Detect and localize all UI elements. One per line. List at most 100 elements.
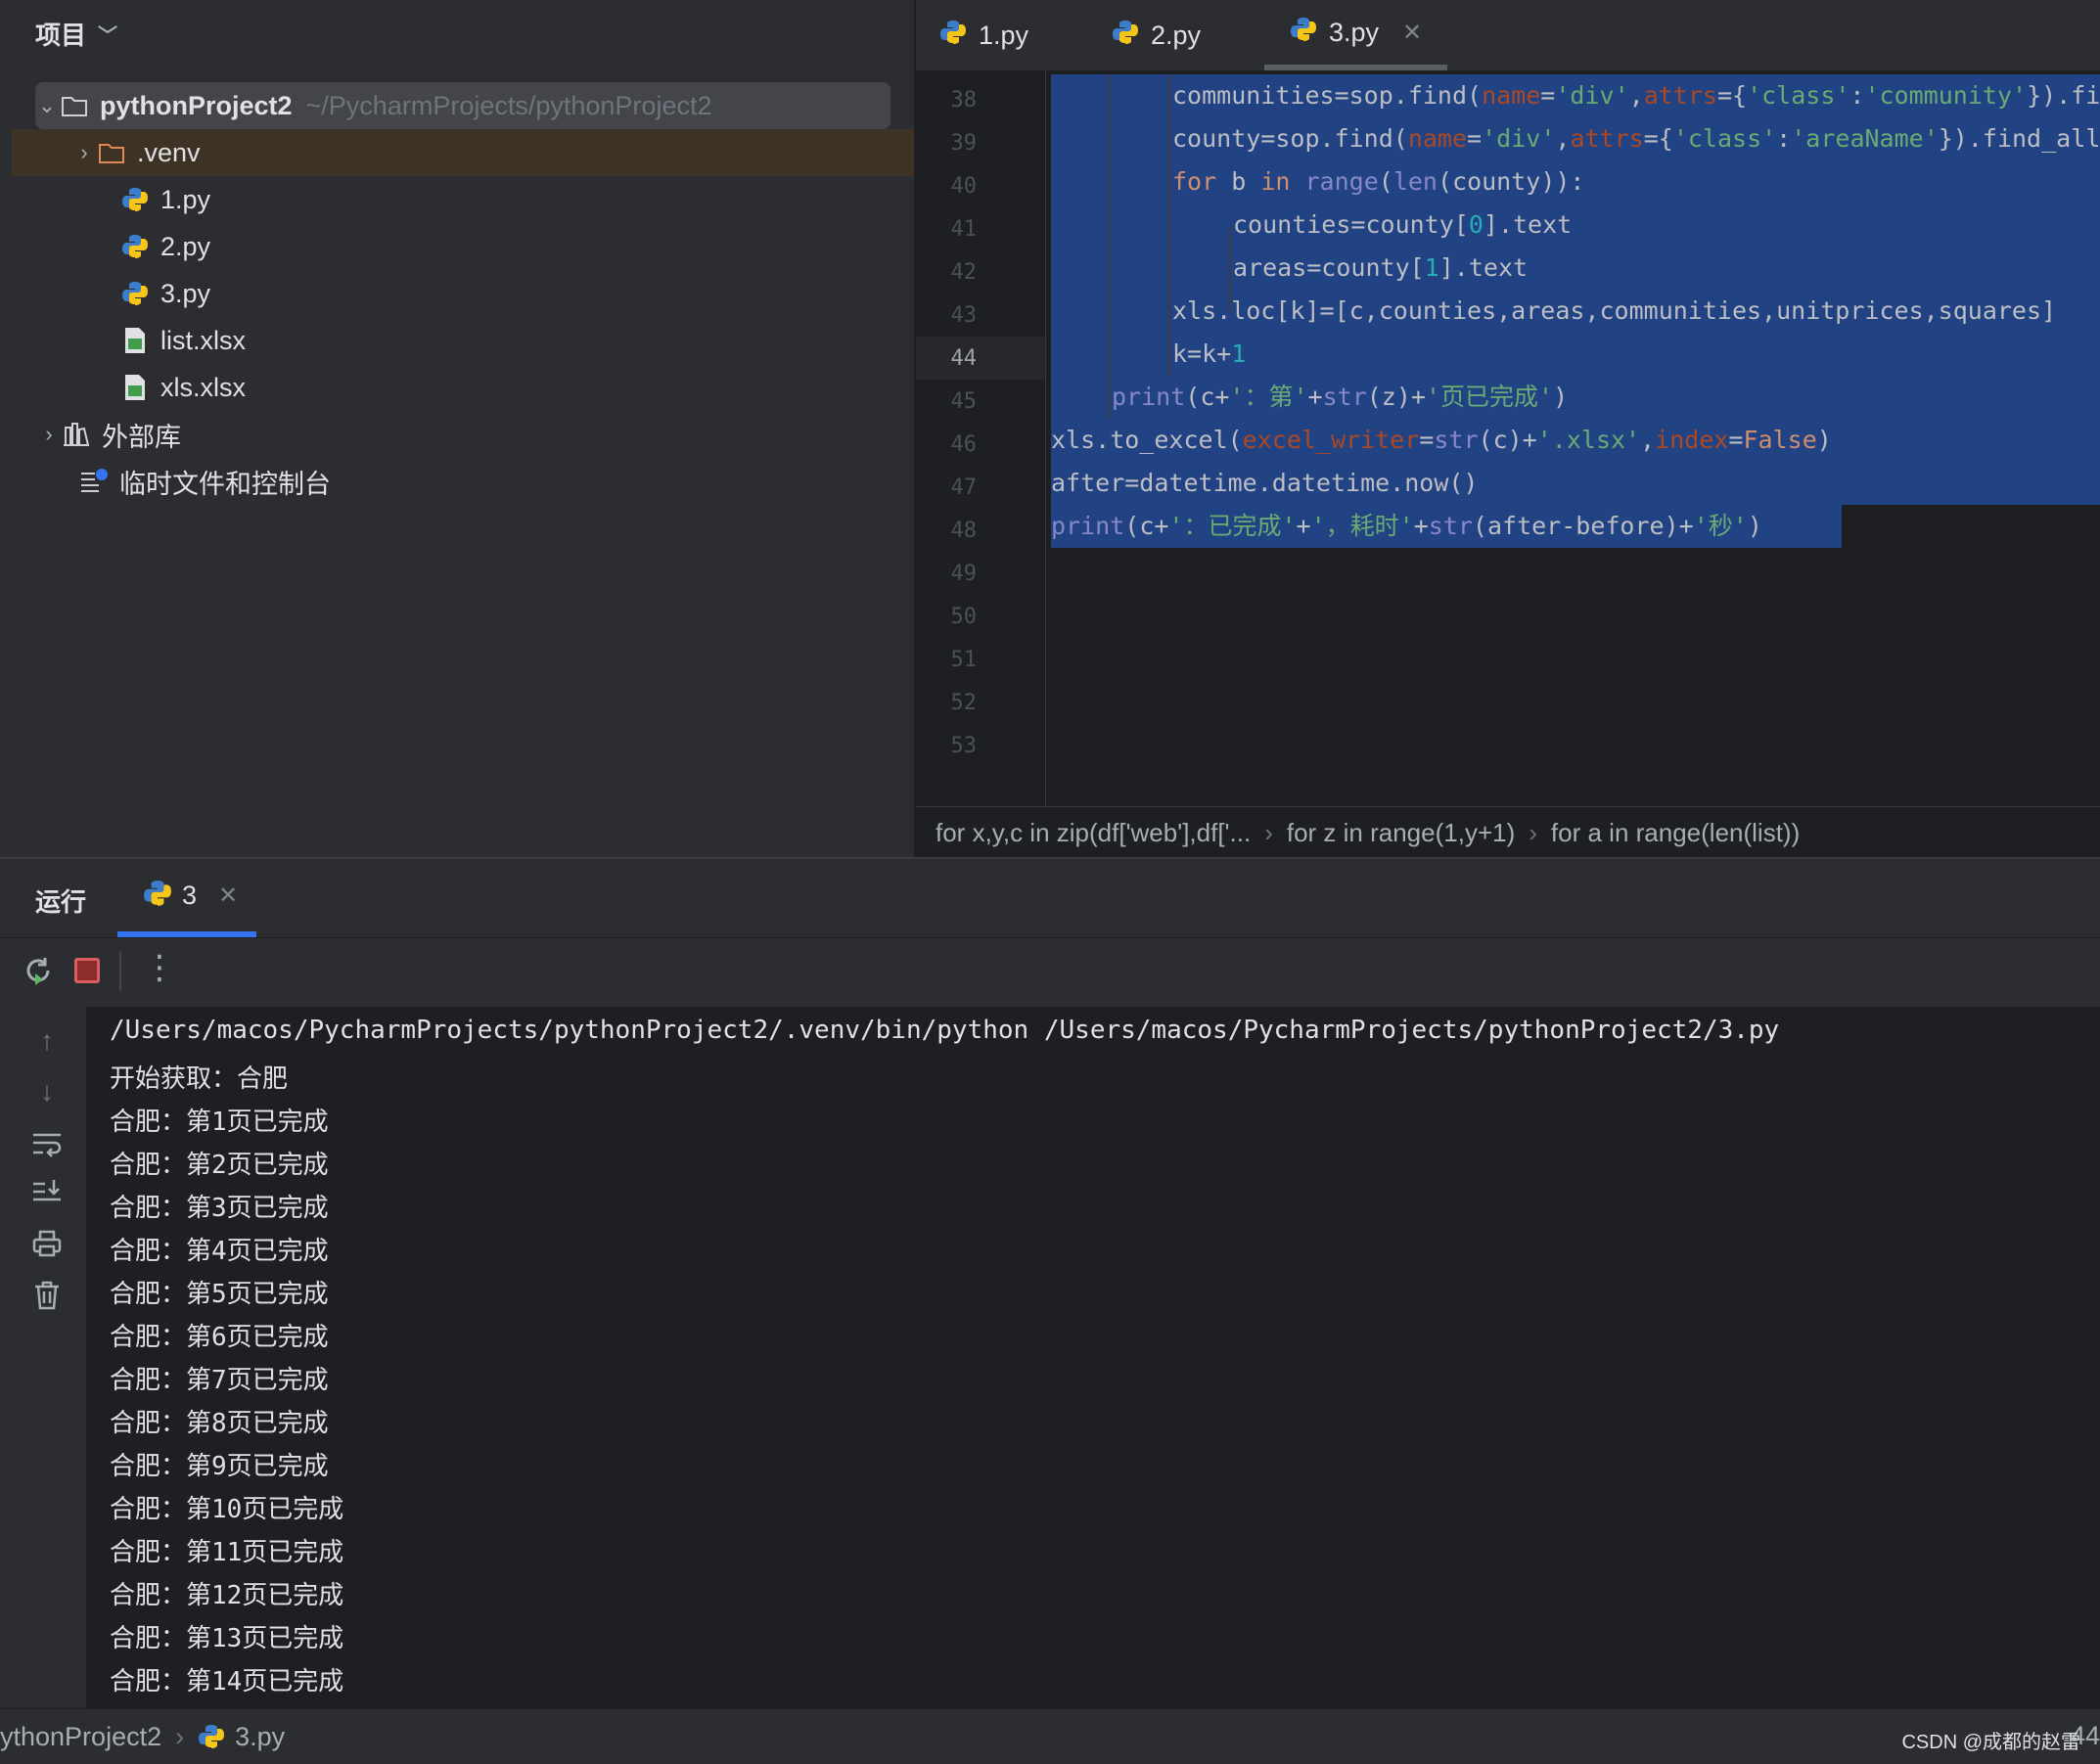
line-number: 40 <box>950 174 978 199</box>
tree-root-project[interactable]: ⌄ pythonProject2 ~/PycharmProjects/pytho… <box>35 82 890 129</box>
rerun-icon[interactable] <box>22 954 55 992</box>
code-line-47: after=datetime.datetime.now() <box>1051 469 1479 497</box>
run-panel-title: 运行 <box>35 887 87 917</box>
console-line: /Users/macos/PycharmProjects/pythonProje… <box>110 1016 1780 1045</box>
code-line-38: communities=sop.find(name='div',attrs={'… <box>1172 81 2100 110</box>
breadcrumb-item[interactable]: for x,y,c in zip(df['web'],df['... <box>936 818 1251 848</box>
more-options-icon[interactable]: ⋮ <box>143 948 176 987</box>
tree-item-1py[interactable]: 1.py <box>12 176 914 223</box>
breadcrumb-item[interactable]: for a in range(len(list)) <box>1551 818 1800 848</box>
code-line-42: areas=county[1].text <box>1233 253 1529 282</box>
console-line: 合肥：第5页已完成 <box>110 1280 329 1309</box>
print-icon[interactable] <box>29 1229 65 1264</box>
arrow-down-icon[interactable]: ↓ <box>29 1076 65 1111</box>
status-project-crumb[interactable]: ythonProject2 <box>0 1722 161 1752</box>
python-icon <box>119 231 151 262</box>
line-number: 50 <box>950 605 978 629</box>
console-line: 合肥：第4页已完成 <box>110 1237 329 1266</box>
chevron-right-icon[interactable]: › <box>37 422 61 447</box>
console-line: 合肥：第12页已完成 <box>110 1581 344 1610</box>
line-number: 51 <box>950 648 978 672</box>
tab-1py[interactable]: 1.py <box>939 0 1028 70</box>
excel-file-icon <box>119 372 151 403</box>
console-line: 合肥：第9页已完成 <box>110 1452 329 1481</box>
code-line-39: county=sop.find(name='div',attrs={'class… <box>1172 124 2100 153</box>
console-line: 合肥：第8页已完成 <box>110 1409 329 1438</box>
tree-item-scratches[interactable]: 临时文件和控制台 <box>12 458 914 505</box>
tab-label: 2.py <box>1151 20 1202 50</box>
chevron-right-icon[interactable]: › <box>72 140 96 165</box>
chevron-down-icon[interactable]: ⌄ <box>35 93 59 118</box>
arrow-up-icon[interactable]: ↑ <box>29 1025 65 1061</box>
tab-label: 3.py <box>1329 17 1380 47</box>
line-number: 42 <box>950 260 978 285</box>
python-icon <box>1112 19 1139 53</box>
console-line: 合肥：第6页已完成 <box>110 1323 329 1352</box>
indent-guide <box>1168 74 1170 376</box>
tab-3py[interactable]: 3.py ✕ <box>1264 0 1448 70</box>
close-icon[interactable]: ✕ <box>1402 19 1422 47</box>
code-line-45: print(c+'：第'+str(z)+'页已完成') <box>1112 383 1569 411</box>
chevron-right-icon: › <box>1529 817 1537 847</box>
chevron-down-icon: ﹀ <box>98 25 118 47</box>
console-output[interactable]: /Users/macos/PycharmProjects/pythonProje… <box>110 1006 2100 1710</box>
code-editor[interactable]: 38 39 40 41 42 43 44 45 46 47 48 49 50 5… <box>916 70 2100 806</box>
run-panel: 运行 3 ✕ ⋮ ↑ ↓ /Users/macos/PycharmProject… <box>0 857 2100 1710</box>
chevron-right-icon: › <box>175 1721 185 1751</box>
console-line: 合肥：第2页已完成 <box>110 1151 329 1180</box>
project-panel: 项目 ﹀ ⌄ pythonProject2 ~/PycharmProjects/… <box>0 0 916 857</box>
status-bar: ythonProject2 › 3.py 44 <box>0 1708 2100 1764</box>
status-file-crumb[interactable]: 3.py <box>235 1722 285 1752</box>
tab-2py[interactable]: 2.py <box>1112 0 1201 70</box>
run-tab-label: 3 <box>182 880 198 910</box>
tree-item-label: 外部库 <box>102 422 181 452</box>
tree-item-list-xlsx[interactable]: list.xlsx <box>12 317 914 364</box>
scroll-to-end-icon[interactable] <box>29 1178 65 1213</box>
folder-icon <box>59 90 90 121</box>
line-number: 53 <box>950 734 978 758</box>
trash-icon[interactable] <box>29 1280 65 1315</box>
console-side-toolbar: ↑ ↓ <box>0 1006 86 1710</box>
line-number: 47 <box>950 475 978 500</box>
console-line: 合肥：第13页已完成 <box>110 1624 344 1653</box>
python-icon <box>198 1723 225 1750</box>
tree-item-3py[interactable]: 3.py <box>12 270 914 317</box>
line-number: 48 <box>950 519 978 543</box>
folder-icon <box>96 137 127 168</box>
breadcrumb-item[interactable]: for z in range(1,y+1) <box>1287 818 1515 848</box>
line-number: 43 <box>950 303 978 328</box>
line-number-gutter: 38 39 40 41 42 43 44 45 46 47 48 49 50 5… <box>916 70 1085 806</box>
tree-item-venv[interactable]: › .venv <box>12 129 914 176</box>
code-line-44: k=k+1 <box>1172 339 1247 368</box>
console-line: 开始获取：合肥 <box>110 1064 289 1094</box>
tree-item-external-libraries[interactable]: › 外部库 <box>12 411 914 458</box>
tree-item-xls-xlsx[interactable]: xls.xlsx <box>12 364 914 411</box>
project-panel-title[interactable]: 项目 ﹀ <box>35 16 117 52</box>
line-number: 41 <box>950 217 978 242</box>
python-icon <box>1290 16 1317 50</box>
soft-wrap-icon[interactable] <box>29 1129 65 1164</box>
stop-icon[interactable] <box>74 958 100 983</box>
tree-item-label: 临时文件和控制台 <box>119 469 331 499</box>
console-line: 合肥：第14页已完成 <box>110 1667 344 1696</box>
excel-file-icon <box>119 325 151 356</box>
python-icon <box>939 19 967 53</box>
console-line: 合肥：第10页已完成 <box>110 1495 344 1524</box>
tree-item-2py[interactable]: 2.py <box>12 223 914 270</box>
run-tab-bar: 运行 3 ✕ <box>0 859 2100 937</box>
tree-item-label: .venv <box>137 137 201 167</box>
tree-item-label: list.xlsx <box>160 325 246 355</box>
project-path: ~/PycharmProjects/pythonProject2 <box>305 90 712 120</box>
code-breadcrumbs: for x,y,c in zip(df['web'],df['... › for… <box>916 806 2100 858</box>
indent-guide <box>1108 74 1110 419</box>
line-number: 49 <box>950 562 978 586</box>
run-tab-3[interactable]: 3 ✕ <box>117 859 256 937</box>
code-area[interactable]: communities=sop.find(name='div',attrs={'… <box>1051 70 2100 806</box>
python-run-icon <box>143 879 172 913</box>
project-title-label: 项目 <box>35 21 87 50</box>
python-icon <box>119 278 151 309</box>
close-icon[interactable]: ✕ <box>218 882 238 910</box>
console-line: 合肥：第11页已完成 <box>110 1538 344 1567</box>
line-number: 46 <box>950 432 978 457</box>
watermark: CSDN @成都的赵雷 <box>1901 1732 2080 1753</box>
